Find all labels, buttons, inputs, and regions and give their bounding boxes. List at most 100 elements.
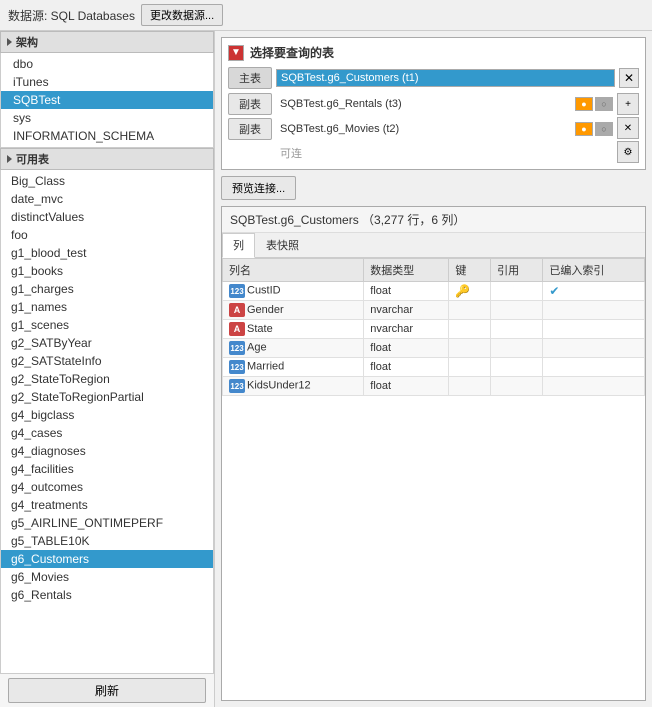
col-key-kidsunder12 xyxy=(449,377,491,396)
schema-section-label: 架构 xyxy=(16,34,38,50)
col-key-age xyxy=(449,339,491,358)
table-item-g1-names[interactable]: g1_names xyxy=(1,298,213,316)
table-select-title: 选择要查询的表 xyxy=(250,44,334,61)
table-row: 123CustID float 🔑 ✔ xyxy=(223,282,645,301)
add-table-button[interactable]: + xyxy=(617,93,639,115)
schema-item-sqbtest[interactable]: SQBTest xyxy=(1,91,213,109)
col-name-state: AState xyxy=(223,320,364,339)
change-datasource-button[interactable]: 更改数据源... xyxy=(141,4,223,26)
col-type-kidsunder12: float xyxy=(364,377,449,396)
table-item-g2-satstateinfo[interactable]: g2_SATStateInfo xyxy=(1,352,213,370)
table-item-g4-facilities[interactable]: g4_facilities xyxy=(1,460,213,478)
left-panel: 架构 dbo iTunes SQBTest sys INFORMATION_SC… xyxy=(0,31,215,707)
schema-item-dbo[interactable]: dbo xyxy=(1,55,213,73)
table-item-g1-blood-test[interactable]: g1_blood_test xyxy=(1,244,213,262)
sub-table-name-2: SQBTest.g6_Movies (t2) xyxy=(276,121,571,137)
table-item-foo[interactable]: foo xyxy=(1,226,213,244)
sub-tables-list: 副表 SQBTest.g6_Rentals (t3) ● ○ 副表 xyxy=(228,93,613,163)
type-icon-numeric-age: 123 xyxy=(229,341,245,355)
table-item-g4-cases[interactable]: g4_cases xyxy=(1,424,213,442)
main-table-row: 主表 SQBTest.g6_Customers (t1) ✕ xyxy=(228,67,639,89)
sub-tables-area: 副表 SQBTest.g6_Rentals (t3) ● ○ 副表 xyxy=(228,93,639,163)
schema-section-header: 架构 xyxy=(0,31,214,53)
col-ref-kidsunder12 xyxy=(491,377,543,396)
col-header-key: 键 xyxy=(449,259,491,282)
col-ref-married xyxy=(491,358,543,377)
toggle-off-icon-2[interactable]: ○ xyxy=(595,122,613,136)
schema-item-information-schema[interactable]: INFORMATION_SCHEMA xyxy=(1,127,213,145)
main-table-button[interactable]: 主表 xyxy=(228,67,272,89)
col-type-state: nvarchar xyxy=(364,320,449,339)
column-table: 列名 数据类型 键 引用 已编入索引 123CustID xyxy=(222,258,645,396)
main-table-close-button[interactable]: ✕ xyxy=(619,68,639,88)
table-item-big-class[interactable]: Big_Class xyxy=(1,172,213,190)
key-icon-custid: 🔑 xyxy=(455,284,470,298)
col-indexed-kidsunder12 xyxy=(543,377,645,396)
col-indexed-gender xyxy=(543,301,645,320)
toggle-on-icon-1[interactable]: ● xyxy=(575,97,593,111)
settings-table-button[interactable]: ⚙ xyxy=(617,141,639,163)
refresh-button[interactable]: 刷新 xyxy=(8,678,206,703)
type-icon-numeric-married: 123 xyxy=(229,360,245,374)
toggle-icons-2: ● ○ xyxy=(575,122,613,136)
toggle-on-icon-2[interactable]: ● xyxy=(575,122,593,136)
remove-table-button[interactable]: ✕ xyxy=(617,117,639,139)
col-ref-gender xyxy=(491,301,543,320)
table-list-section: 可用表 Big_Class date_mvc distinctValues fo… xyxy=(0,148,214,707)
table-item-g2-statetoregion[interactable]: g2_StateToRegion xyxy=(1,370,213,388)
column-table-body: 123CustID float 🔑 ✔ AGender xyxy=(223,282,645,396)
table-item-g5-airline[interactable]: g5_AIRLINE_ONTIMEPERF xyxy=(1,514,213,532)
table-item-g1-scenes[interactable]: g1_scenes xyxy=(1,316,213,334)
table-item-g5-table10k[interactable]: g5_TABLE10K xyxy=(1,532,213,550)
table-item-g1-books[interactable]: g1_books xyxy=(1,262,213,280)
table-item-g6-customers[interactable]: g6_Customers xyxy=(1,550,213,568)
sub-table-button-1[interactable]: 副表 xyxy=(228,93,272,115)
table-item-g6-movies[interactable]: g6_Movies xyxy=(1,568,213,586)
tab-columns[interactable]: 列 xyxy=(222,233,255,258)
table-item-g4-diagnoses[interactable]: g4_diagnoses xyxy=(1,442,213,460)
schema-item-sys[interactable]: sys xyxy=(1,109,213,127)
table-item-g1-charges[interactable]: g1_charges xyxy=(1,280,213,298)
col-name-gender: AGender xyxy=(223,301,364,320)
table-item-date-mvc[interactable]: date_mvc xyxy=(1,190,213,208)
table-rows-container: 主表 SQBTest.g6_Customers (t1) ✕ 副表 SQBTes… xyxy=(228,67,639,163)
tab-preview[interactable]: 表快照 xyxy=(255,233,310,257)
sub-table-row-1: 副表 SQBTest.g6_Rentals (t3) ● ○ xyxy=(228,93,613,115)
type-icon-text-gender: A xyxy=(229,303,245,317)
col-type-gender: nvarchar xyxy=(364,301,449,320)
toggle-off-icon-1[interactable]: ○ xyxy=(595,97,613,111)
type-icon-numeric-custid: 123 xyxy=(229,284,245,298)
preview-button[interactable]: 预览连接... xyxy=(221,176,296,200)
kelink-label: 可连 xyxy=(276,143,306,163)
column-table-container: 列名 数据类型 键 引用 已编入索引 123CustID xyxy=(222,258,645,700)
table-item-g6-rentals[interactable]: g6_Rentals xyxy=(1,586,213,604)
preview-btn-row: 预览连接... xyxy=(221,176,646,200)
table-item-g4-outcomes[interactable]: g4_outcomes xyxy=(1,478,213,496)
table-item-g4-bigclass[interactable]: g4_bigclass xyxy=(1,406,213,424)
table-select-header: ▼ 选择要查询的表 xyxy=(228,44,639,61)
table-info-header: SQBTest.g6_Customers （3,277 行，6 列） xyxy=(222,207,645,233)
col-header-indexed: 已编入索引 xyxy=(543,259,645,282)
main-table-name[interactable]: SQBTest.g6_Customers (t1) xyxy=(276,69,615,87)
col-ref-custid xyxy=(491,282,543,301)
type-icon-text-state: A xyxy=(229,322,245,336)
table-row: 123Age float xyxy=(223,339,645,358)
schema-list: dbo iTunes SQBTest sys INFORMATION_SCHEM… xyxy=(0,53,214,148)
table-row: 123Married float xyxy=(223,358,645,377)
table-item-g2-statetoregionpartial[interactable]: g2_StateToRegionPartial xyxy=(1,388,213,406)
dropdown-icon[interactable]: ▼ xyxy=(228,45,244,61)
sub-table-button-2[interactable]: 副表 xyxy=(228,118,272,140)
table-item-g4-treatments[interactable]: g4_treatments xyxy=(1,496,213,514)
table-item-distinct-values[interactable]: distinctValues xyxy=(1,208,213,226)
col-key-custid: 🔑 xyxy=(449,282,491,301)
col-type-age: float xyxy=(364,339,449,358)
col-key-gender xyxy=(449,301,491,320)
main-container: 数据源: SQL Databases 更改数据源... 架构 dbo iTune… xyxy=(0,0,652,707)
datasource-label: 数据源: SQL Databases xyxy=(8,7,135,24)
kelink-row: 可连 xyxy=(228,143,613,163)
content-area: 架构 dbo iTunes SQBTest sys INFORMATION_SC… xyxy=(0,31,652,707)
table-item-g2-satbyyear[interactable]: g2_SATByYear xyxy=(1,334,213,352)
col-header-ref: 引用 xyxy=(491,259,543,282)
schema-item-itunes[interactable]: iTunes xyxy=(1,73,213,91)
tab-bar: 列 表快照 xyxy=(222,233,645,258)
